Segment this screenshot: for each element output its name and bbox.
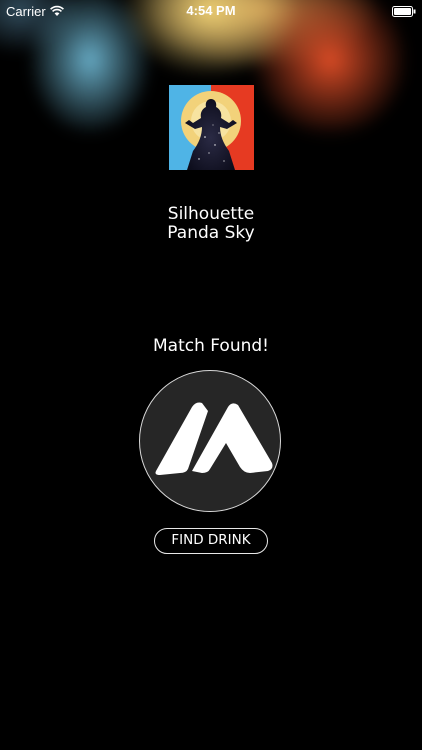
- match-status: Match Found!: [152, 336, 269, 356]
- match-logo-button[interactable]: [139, 370, 281, 512]
- clock: 4:54 PM: [186, 3, 236, 18]
- artist-name: Panda Sky: [167, 223, 255, 243]
- find-drink-button[interactable]: FIND DRINK: [154, 528, 268, 554]
- track-title: Silhouette: [167, 204, 255, 224]
- track-info: Silhouette Panda Sky: [0, 205, 422, 243]
- mountain-logo-icon: [155, 402, 273, 475]
- album-art: [169, 85, 254, 170]
- app-screen: Carrier 4:54 PM Silhouette Panda Sky Mat…: [0, 0, 422, 750]
- battery-icon: [392, 6, 416, 17]
- status-bar: Carrier 4:54 PM: [0, 0, 422, 22]
- album-art-icon: [169, 85, 254, 170]
